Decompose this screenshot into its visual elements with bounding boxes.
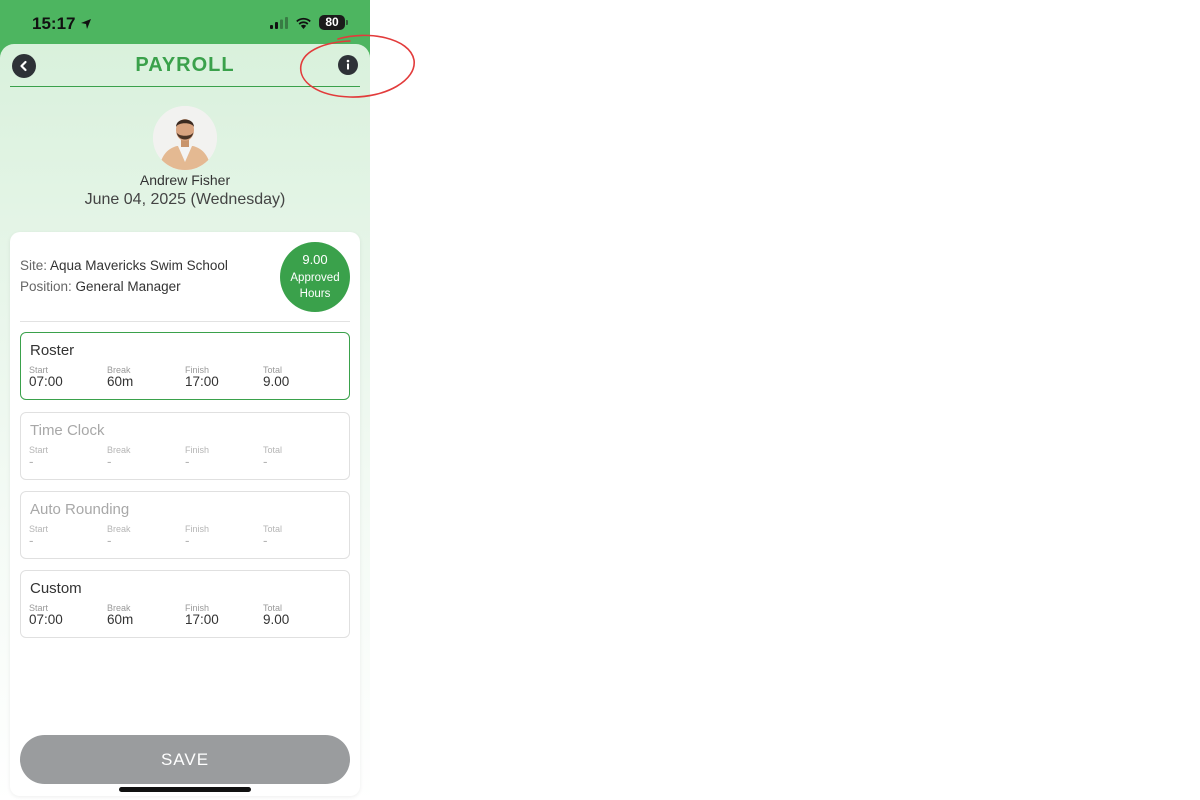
start-value: - — [29, 454, 34, 469]
avatar — [153, 106, 217, 170]
phone-screen: 15:17 80 PAYROLL Andrew Fisher June 04, … — [0, 0, 370, 800]
break-column: Break 60m — [107, 603, 177, 627]
total-column: Total 9.00 — [263, 603, 333, 627]
cellular-signal-icon — [270, 16, 288, 29]
option-custom[interactable]: Custom Start 07:00 Break 60m Finish 17:00 T… — [20, 570, 350, 638]
shift-date: June 04, 2025 (Wednesday) — [84, 191, 286, 208]
option-title: Time Clock — [30, 422, 105, 439]
total-column: Total - — [263, 445, 333, 469]
approved-hours-badge: 9.00 Approved Hours — [280, 242, 350, 312]
option-title: Custom — [30, 580, 82, 597]
total-label: Total — [263, 445, 283, 455]
total-label: Total — [263, 524, 283, 534]
option-auto-rounding[interactable]: Auto Rounding Start - Break - Finish - Tota… — [20, 491, 350, 559]
start-value: 07:00 — [29, 612, 63, 627]
break-value: 60m — [107, 374, 134, 389]
total-value: - — [263, 533, 268, 548]
position-label: Position: — [20, 279, 72, 294]
battery-tip — [346, 20, 348, 25]
start-column: Start 07:00 — [29, 603, 99, 627]
start-column: Start - — [29, 524, 99, 548]
battery-icon: 80 — [319, 15, 348, 30]
clock-label: 15:17 — [32, 14, 76, 33]
finish-value: 17:00 — [185, 612, 219, 627]
site-value: Aqua Mavericks Swim School — [50, 258, 228, 273]
total-value: 9.00 — [263, 374, 290, 389]
break-label: Break — [107, 445, 131, 455]
site-label: Site: — [20, 258, 48, 273]
total-column: Total - — [263, 524, 333, 548]
finish-column: Finish 17:00 — [185, 603, 255, 627]
start-column: Start - — [29, 445, 99, 469]
option-roster[interactable]: Roster Start 07:00 Break 60m Finish 17:00 T… — [20, 332, 350, 400]
finish-column: Finish - — [185, 524, 255, 548]
break-column: Break 60m — [107, 365, 177, 389]
divider — [20, 321, 350, 322]
site-row: Site: Aqua Mavericks Swim School — [20, 258, 228, 273]
break-value: - — [107, 533, 112, 548]
start-column: Start 07:00 — [29, 365, 99, 389]
finish-column: Finish - — [185, 445, 255, 469]
approved-hours-label: Approved Hours — [290, 272, 340, 300]
start-label: Start — [29, 524, 49, 534]
home-indicator — [119, 787, 251, 792]
break-value: 60m — [107, 612, 134, 627]
approved-hours-value: 9.00 — [302, 252, 328, 267]
break-column: Break - — [107, 445, 177, 469]
option-title: Auto Rounding — [30, 501, 130, 518]
option-title: Roster — [30, 342, 75, 359]
break-value: - — [107, 454, 112, 469]
break-label: Break — [107, 524, 131, 534]
status-time: 15:17 — [32, 14, 92, 34]
total-value: 9.00 — [263, 612, 290, 627]
finish-value: - — [185, 533, 190, 548]
employee-name: Andrew Fisher — [139, 172, 231, 188]
finish-value: 17:00 — [185, 374, 219, 389]
wifi-icon — [296, 17, 311, 29]
start-label: Start — [29, 445, 49, 455]
finish-label: Finish — [185, 445, 210, 455]
save-button[interactable]: SAVE — [20, 735, 350, 784]
position-value: General Manager — [75, 279, 181, 294]
location-arrow-icon — [81, 19, 92, 29]
finish-value: - — [185, 454, 190, 469]
option-time-clock[interactable]: Time Clock Start - Break - Finish - Total - — [20, 412, 350, 480]
profile-photo — [153, 106, 217, 170]
start-value: 07:00 — [29, 374, 63, 389]
payroll-card: Site: Aqua Mavericks Swim School Positio… — [10, 232, 360, 796]
break-column: Break - — [107, 524, 177, 548]
start-value: - — [29, 533, 34, 548]
status-icons: 80 — [270, 15, 348, 30]
payroll-sheet: PAYROLL Andrew Fisher June 04, 2025 (Wed… — [0, 44, 370, 800]
red-circle-annotation — [300, 34, 415, 98]
battery-level: 80 — [319, 15, 345, 30]
total-value: - — [263, 454, 268, 469]
total-column: Total 9.00 — [263, 365, 333, 389]
finish-label: Finish — [185, 524, 210, 534]
finish-column: Finish 17:00 — [185, 365, 255, 389]
position-row: Position: General Manager — [20, 279, 181, 294]
